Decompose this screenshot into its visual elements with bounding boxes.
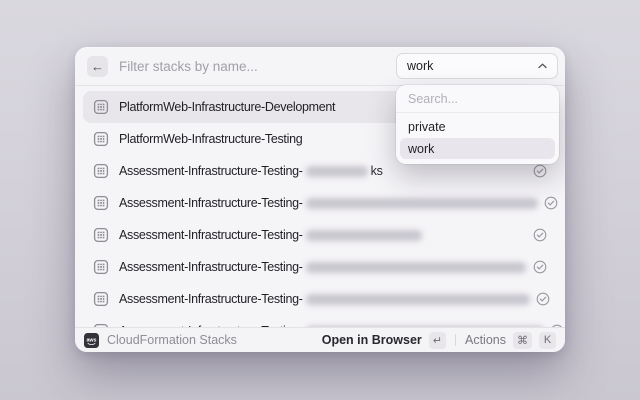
command-key-badge: ⌘ bbox=[513, 332, 532, 349]
stack-name-tail: ks bbox=[371, 164, 383, 178]
redacted-text bbox=[306, 198, 538, 209]
footer-divider bbox=[455, 334, 456, 346]
profile-dropdown-value: work bbox=[407, 59, 532, 73]
redacted-text bbox=[306, 230, 422, 241]
stack-grid-icon bbox=[93, 259, 109, 275]
check-circle-icon bbox=[527, 228, 547, 242]
footer-bar: aws CloudFormation Stacks Open in Browse… bbox=[75, 327, 565, 352]
filter-input[interactable]: Filter stacks by name... bbox=[119, 59, 396, 74]
launcher-window: ← Filter stacks by name... work Platform… bbox=[75, 47, 565, 352]
stack-name: Assessment-Infrastructure-Testing- bbox=[119, 196, 303, 210]
stack-name: PlatformWeb-Infrastructure-Testing bbox=[119, 132, 302, 146]
app-title: CloudFormation Stacks bbox=[107, 333, 314, 347]
dropdown-option[interactable]: work bbox=[400, 138, 555, 159]
redacted-text bbox=[306, 294, 530, 305]
stack-list-item[interactable]: Assessment-Infrastructure-Testing- bbox=[83, 219, 557, 251]
dropdown-search-input[interactable]: Search... bbox=[396, 85, 559, 113]
profile-dropdown-trigger[interactable]: work bbox=[396, 53, 558, 79]
footer-actions: Open in Browser ↵ Actions ⌘ K bbox=[322, 332, 556, 349]
enter-key-badge: ↵ bbox=[429, 332, 446, 349]
svg-text:aws: aws bbox=[86, 337, 96, 343]
open-in-browser-button[interactable]: Open in Browser bbox=[322, 333, 422, 347]
actions-button[interactable]: Actions bbox=[465, 333, 506, 347]
stack-list-item[interactable]: Assessment-Infrastructure-Testing- bbox=[83, 251, 557, 283]
aws-icon: aws bbox=[84, 333, 99, 348]
stack-grid-icon bbox=[93, 227, 109, 243]
stack-list-item[interactable]: Assessment-Infrastructure-Testing- bbox=[83, 187, 557, 219]
stack-name: PlatformWeb-Infrastructure-Development bbox=[119, 100, 335, 114]
redacted-text bbox=[306, 262, 526, 273]
stack-name: Assessment-Infrastructure-Testing- bbox=[119, 292, 303, 306]
stack-grid-icon bbox=[93, 131, 109, 147]
check-circle-icon bbox=[538, 196, 558, 210]
stack-list-item[interactable]: Assessment-Infrastructure-Testing- bbox=[83, 315, 557, 327]
stack-grid-icon bbox=[93, 195, 109, 211]
stack-name: Assessment-Infrastructure-Testing- bbox=[119, 228, 303, 242]
profile-dropdown-panel: Search... private work bbox=[396, 85, 559, 164]
check-circle-icon bbox=[527, 260, 547, 274]
stack-grid-icon bbox=[93, 291, 109, 307]
arrow-left-icon: ← bbox=[91, 60, 104, 73]
check-circle-icon bbox=[527, 164, 547, 178]
back-button[interactable]: ← bbox=[87, 56, 108, 77]
stack-grid-icon bbox=[93, 163, 109, 179]
k-key-badge: K bbox=[539, 332, 556, 349]
stack-grid-icon bbox=[93, 99, 109, 115]
dropdown-option[interactable]: private bbox=[400, 116, 555, 137]
stack-list-item[interactable]: Assessment-Infrastructure-Testing- bbox=[83, 283, 557, 315]
dropdown-options: private work bbox=[396, 116, 559, 159]
stack-name: Assessment-Infrastructure-Testing- bbox=[119, 260, 303, 274]
chevron-up-icon bbox=[538, 63, 547, 69]
check-circle-icon bbox=[530, 292, 550, 306]
stack-name: Assessment-Infrastructure-Testing- bbox=[119, 164, 303, 178]
redacted-text bbox=[306, 166, 368, 177]
header: ← Filter stacks by name... work bbox=[75, 47, 565, 86]
